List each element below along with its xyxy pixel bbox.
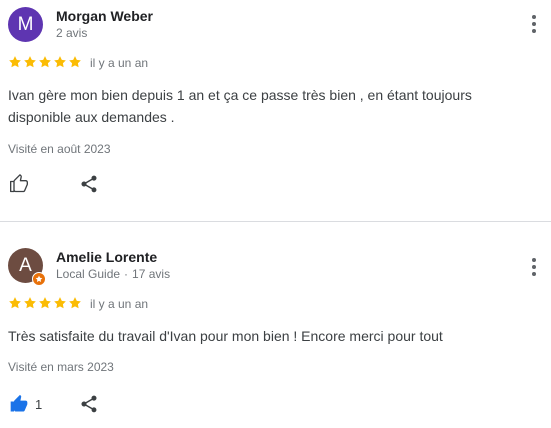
reviewer-name[interactable]: Amelie Lorente — [56, 249, 157, 265]
star-icon — [24, 56, 36, 68]
review-card: M Morgan Weber 2 avis il y a un an Ivan … — [0, 0, 551, 221]
thumbs-up-filled-icon — [10, 394, 28, 412]
review-text: Ivan gère mon bien depuis 1 an et ça ce … — [8, 87, 472, 125]
star-icon — [39, 56, 51, 68]
visit-date: Visité en mars 2023 — [8, 360, 114, 374]
avatar-letter: M — [17, 13, 34, 35]
reviewer-name[interactable]: Morgan Weber — [56, 8, 153, 24]
more-options-button[interactable] — [524, 256, 544, 278]
star-rating — [8, 55, 82, 69]
like-button[interactable] — [9, 174, 29, 194]
like-button[interactable]: 1 — [9, 394, 42, 414]
star-icon — [54, 297, 66, 309]
share-button[interactable] — [79, 394, 99, 419]
reviewer-subtitle: Local Guide · 17 avis — [56, 267, 170, 281]
star-icon — [69, 297, 81, 309]
avatar[interactable]: M — [8, 7, 43, 42]
share-icon — [81, 395, 97, 413]
share-button[interactable] — [79, 174, 99, 199]
reviewer-review-count: 2 avis — [56, 26, 88, 40]
star-icon — [9, 56, 21, 68]
star-rating — [8, 296, 82, 310]
reviewer-review-count: 17 avis — [132, 267, 171, 281]
star-icon — [24, 297, 36, 309]
avatar[interactable]: A — [8, 248, 46, 286]
star-icon — [54, 56, 66, 68]
review-text: Très satisfaite du travail d'Ivan pour m… — [8, 328, 443, 344]
star-icon — [69, 56, 81, 68]
share-icon — [81, 175, 97, 193]
local-guide-badge-icon — [32, 272, 46, 286]
avatar-letter: A — [19, 254, 32, 276]
star-icon — [39, 297, 51, 309]
separator: · — [124, 267, 129, 281]
more-options-button[interactable] — [524, 13, 544, 35]
visit-date: Visité en août 2023 — [8, 142, 111, 156]
review-card: A Amelie Lorente Local Guide · 17 avis il … — [0, 222, 551, 428]
review-time: il y a un an — [90, 297, 149, 311]
local-guide-label: Local Guide — [56, 267, 121, 281]
more-vert-icon — [532, 15, 536, 33]
star-icon — [9, 297, 21, 309]
thumbs-up-outline-icon — [10, 174, 29, 193]
like-count: 1 — [35, 396, 43, 412]
review-time: il y a un an — [90, 56, 149, 70]
more-vert-icon — [532, 258, 536, 276]
